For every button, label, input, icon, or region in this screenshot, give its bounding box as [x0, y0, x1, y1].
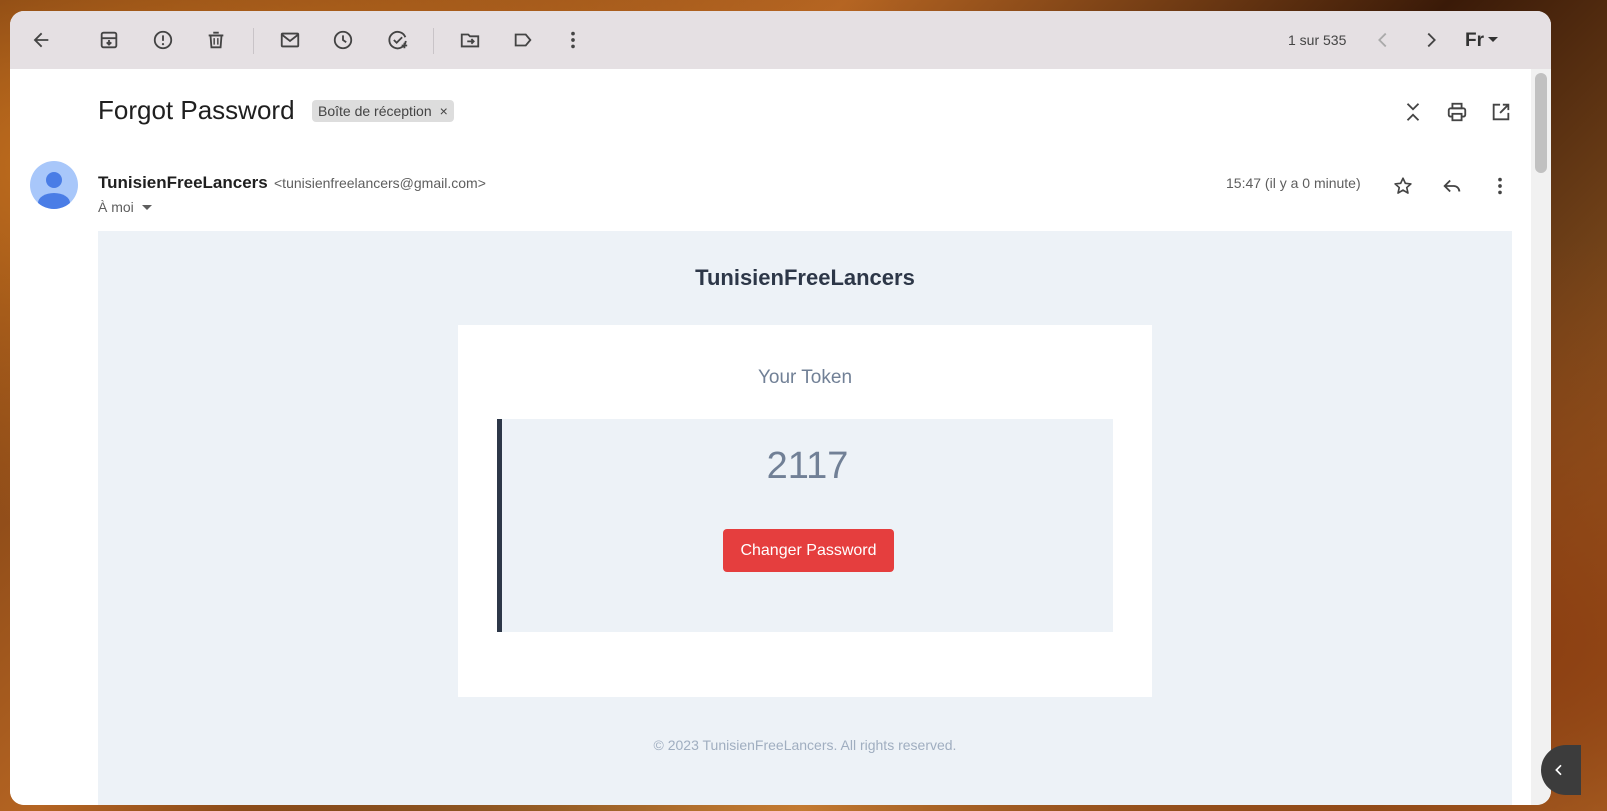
label-icon[interactable] [510, 27, 536, 53]
reply-icon[interactable] [1439, 173, 1465, 199]
prev-icon[interactable] [1370, 27, 1396, 53]
email-footer: © 2023 TunisienFreeLancers. All rights r… [653, 737, 957, 753]
message-view: Forgot Password Boîte de réception × Tun… [10, 69, 1531, 805]
email-body: TunisienFreeLancers Your Token 2117 Chan… [98, 231, 1512, 805]
archive-icon[interactable] [96, 27, 122, 53]
avatar[interactable] [30, 161, 78, 209]
recipient-label: À moi [98, 199, 134, 215]
collapse-all-icon[interactable] [1400, 99, 1426, 125]
chevron-down-icon [1488, 36, 1498, 42]
sender-email: <tunisienfreelancers@gmail.com> [274, 175, 486, 191]
message-timestamp: 15:47 (il y a 0 minute) [1226, 175, 1361, 191]
label-chip-text: Boîte de réception [318, 103, 432, 119]
more-vert-icon[interactable] [560, 27, 586, 53]
input-tools-label: Fr [1465, 30, 1484, 51]
scrollbar-thumb[interactable] [1535, 73, 1547, 173]
remove-label-icon[interactable]: × [440, 103, 448, 119]
token-card: Your Token 2117 Changer Password [458, 325, 1152, 697]
token-box: 2117 Changer Password [497, 419, 1113, 632]
move-to-icon[interactable] [457, 27, 483, 53]
email-brand-heading: TunisienFreeLancers [695, 265, 915, 290]
print-icon[interactable] [1444, 99, 1470, 125]
mark-unread-icon[interactable] [277, 27, 303, 53]
subject-title: Forgot Password [98, 95, 295, 125]
scrollbar[interactable] [1531, 69, 1551, 805]
recipient-details-toggle[interactable]: À moi [98, 199, 152, 215]
back-arrow-icon[interactable] [28, 27, 54, 53]
star-icon[interactable] [1390, 173, 1416, 199]
chevron-left-icon [1555, 764, 1562, 776]
input-tools-button[interactable]: Fr [1465, 30, 1498, 52]
sender-name[interactable]: TunisienFreeLancers [98, 173, 268, 193]
open-in-new-window-icon[interactable] [1488, 99, 1514, 125]
report-spam-icon[interactable] [150, 27, 176, 53]
add-task-icon[interactable] [385, 27, 411, 53]
snooze-icon[interactable] [330, 27, 356, 53]
inbox-label-chip[interactable]: Boîte de réception × [312, 100, 454, 122]
more-vert-icon[interactable] [1487, 173, 1513, 199]
message-toolbar: 1 sur 535 Fr [10, 11, 1551, 69]
next-icon[interactable] [1418, 27, 1444, 53]
toolbar-divider [253, 28, 254, 54]
change-password-button[interactable]: Changer Password [723, 529, 894, 572]
token-value: 2117 [766, 445, 849, 487]
token-card-title: Your Token [757, 367, 853, 388]
gmail-window: 1 sur 535 Fr Forgot Password Boîte de ré… [10, 11, 1551, 805]
delete-icon[interactable] [203, 27, 229, 53]
toolbar-divider [433, 28, 434, 54]
chevron-down-icon [141, 204, 152, 210]
message-counter: 1 sur 535 [1288, 32, 1347, 48]
